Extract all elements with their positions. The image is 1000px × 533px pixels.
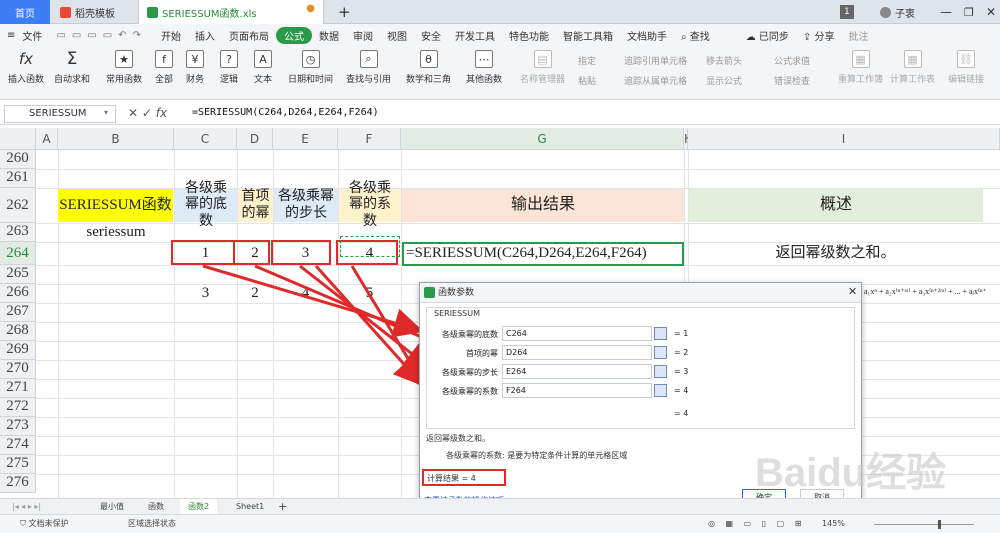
arg-label-x: 各级乘幂的底数 (442, 330, 498, 339)
sheet-tab[interactable]: 函数 (140, 499, 172, 515)
wps-logo-icon (424, 287, 435, 298)
mode-status: 区域选择状态 (128, 519, 176, 528)
sheet-tab-active[interactable]: 函数2 (180, 499, 218, 515)
sheet-tab[interactable]: Sheet1 (228, 499, 272, 515)
arg-input-n[interactable]: D264 (502, 345, 652, 360)
zoom-slider[interactable] (874, 524, 974, 525)
range-select-icon[interactable] (654, 365, 667, 378)
wps-spreadsheet-window: 首页 稻壳模板 SERIESSUM函数.xls ● + 1 子衷 — ❐ ✕ ≡ … (0, 0, 1000, 533)
sheet-tab-bar: |◂ ◂ ▸ ▸| 最小值 函数 函数2 Sheet1 + (0, 498, 1000, 515)
arg-label-m: 各级乘幂的步长 (442, 368, 498, 377)
dialog-close-icon[interactable]: ✕ (848, 285, 857, 298)
range-select-icon[interactable] (654, 384, 667, 397)
baidu-watermark: Baidu经验 (755, 451, 947, 495)
sheet-nav-arrows[interactable]: |◂ ◂ ▸ ▸| (4, 499, 49, 515)
add-sheet-button[interactable]: + (270, 499, 295, 515)
dialog-title-bar[interactable]: 函数参数 (420, 283, 861, 303)
arg-label-coefficients: 各级乘幂的系数 (442, 387, 498, 396)
protect-status[interactable]: ⛉ 文档未保护 (12, 516, 77, 532)
arg-input-coefficients[interactable]: F264 (502, 383, 652, 398)
overall-result: = 4 (674, 409, 689, 418)
arrow-e264 (299, 264, 435, 372)
range-select-icon[interactable] (654, 346, 667, 359)
calc-result-highlight: 计算结果 = 4 (422, 469, 506, 486)
status-bar: ⛉ 文档未保护 区域选择状态 ◎ ▦ ▭ ▯ ▢ ⊞ 145% (0, 514, 1000, 533)
zoom-level[interactable]: 145% (814, 516, 853, 532)
arg-result-coefficients: = 4 (674, 386, 689, 395)
arg-label-n: 首项的幂 (466, 349, 498, 358)
arg-input-m[interactable]: E264 (502, 364, 652, 379)
zoom-slider-thumb[interactable] (938, 520, 941, 529)
sheet-tab[interactable]: 最小值 (92, 499, 132, 515)
range-select-icon[interactable] (654, 327, 667, 340)
view-mode-icons[interactable]: ◎ ▦ ▭ ▯ ▢ ⊞ (700, 516, 813, 532)
arg-input-x[interactable]: C264 (502, 326, 652, 341)
function-name-label: SERIESSUM (432, 309, 483, 318)
arrow-f264 (350, 265, 428, 391)
arrow-f264b (314, 264, 425, 387)
argument-description: 各级乘幂的系数: 是要为特定条件计算的单元格区域 (446, 451, 628, 460)
arg-result-n: = 2 (674, 348, 689, 357)
arg-result-m: = 3 (674, 367, 689, 376)
arg-result-x: = 1 (674, 329, 689, 338)
function-description: 返回幂级数之和。 (426, 434, 490, 443)
